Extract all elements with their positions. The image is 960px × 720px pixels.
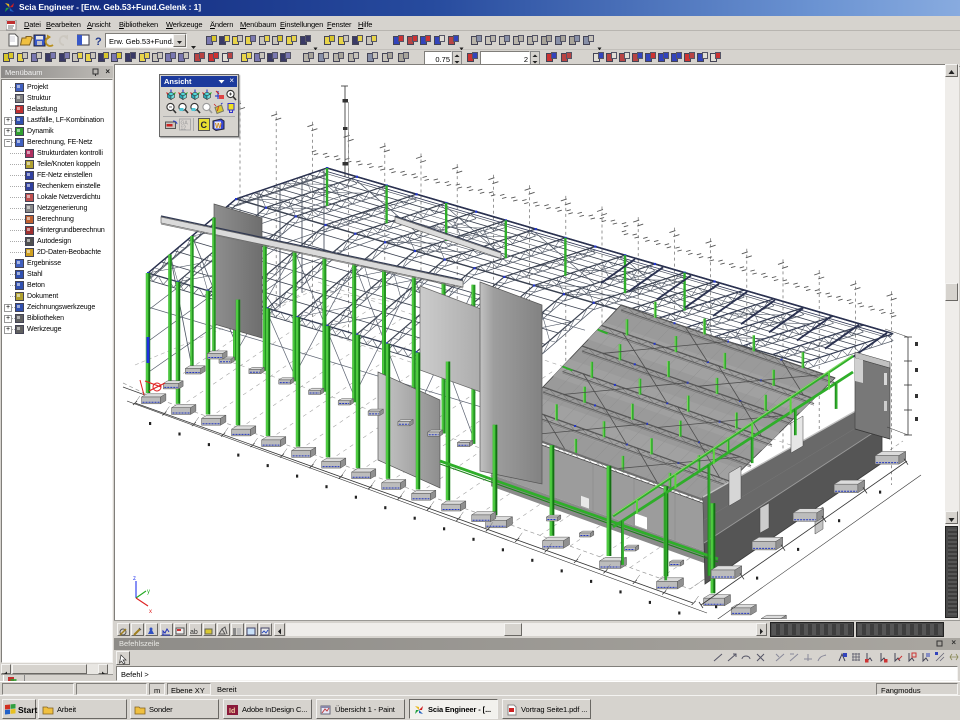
svg-text:Id: Id [229, 708, 235, 715]
svg-text:C: C [201, 120, 208, 130]
svg-text:?: ? [95, 36, 102, 48]
svg-text:12: 12 [181, 126, 187, 132]
svg-text:y: y [147, 589, 150, 595]
svg-text:W: W [215, 123, 222, 130]
svg-text:x: x [149, 609, 152, 615]
svg-text:z: z [133, 576, 136, 582]
svg-text:ab: ab [190, 629, 198, 636]
